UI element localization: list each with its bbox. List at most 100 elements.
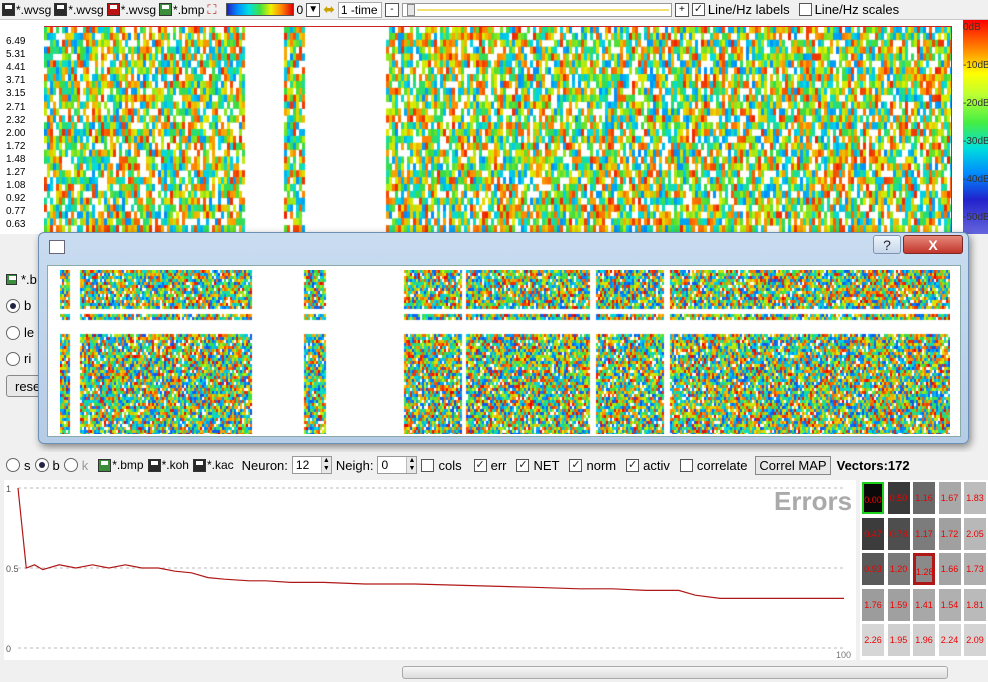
- arrows-icon[interactable]: ⬌: [323, 1, 335, 18]
- frequency-tick-label: 1.48: [6, 153, 26, 165]
- spectrogram-panel[interactable]: 6.49 5.31 4.41 3.71 3.15 2.71 2.32 2.00 1.72 1.48…: [0, 20, 988, 234]
- frequency-tick-label: 1.08: [6, 180, 26, 192]
- floppy-icon: [2, 3, 15, 16]
- db-tick-label: -40dB: [963, 174, 988, 185]
- neuron-cell[interactable]: 0.47: [862, 517, 884, 550]
- line-hz-scales-checkbox[interactable]: [798, 3, 812, 16]
- error-chart: 1 0.5 0 100: [4, 480, 856, 660]
- err-label: err: [490, 457, 507, 473]
- db-tick-label: 0dB: [963, 22, 981, 33]
- correl-map-button[interactable]: Correl MAP: [755, 455, 831, 475]
- line-hz-labels-checkbox[interactable]: ✓: [691, 3, 705, 16]
- db-tick-label: -10dB: [963, 60, 988, 71]
- db-tick-label: -50dB: [963, 212, 988, 223]
- radio-k-label: k: [81, 457, 89, 473]
- radio-icon: [6, 351, 20, 366]
- frequency-tick-label: 0.63: [6, 219, 26, 231]
- neuron-spinner[interactable]: 12 ▲ ▼: [291, 456, 332, 474]
- activ-checkbox[interactable]: ✓: [626, 458, 640, 472]
- zoom-plus-button[interactable]: +: [674, 2, 689, 17]
- neuron-cell[interactable]: 1.96: [913, 624, 935, 656]
- slider-thumb[interactable]: [406, 3, 415, 16]
- neuron-cell[interactable]: 0.50: [887, 482, 910, 514]
- neuron-error-grid[interactable]: 0.00 0.50 1.16 1.67 1.83 0.47 0.78 1.17 1.72 2.05…: [860, 480, 988, 660]
- neuron-cell[interactable]: 1.95: [887, 624, 910, 656]
- nodes-icon[interactable]: ⛶: [207, 2, 216, 18]
- neuron-cell[interactable]: 2.05: [964, 517, 986, 550]
- som-map-dialog: ? X: [38, 232, 969, 444]
- radio-k[interactable]: [63, 458, 78, 472]
- neuron-cell[interactable]: 0.93: [862, 553, 884, 585]
- spectrogram-canvas[interactable]: [44, 26, 952, 232]
- frequency-tick-label: 2.71: [6, 101, 26, 113]
- dialog-body: [47, 265, 961, 437]
- norm-checkbox[interactable]: ✓: [569, 458, 583, 472]
- right-marker-line: [951, 26, 952, 234]
- radio-s-label: s: [24, 457, 31, 473]
- neuron-cell[interactable]: 1.73: [964, 553, 986, 585]
- neuron-cell[interactable]: 0.78: [887, 517, 910, 550]
- net-checkbox[interactable]: ✓: [516, 458, 530, 472]
- neuron-cell[interactable]: 1.81: [964, 588, 986, 621]
- spinner-arrows-icon[interactable]: ▲ ▼: [406, 457, 417, 473]
- side-radio-b[interactable]: b: [6, 298, 31, 313]
- neuron-cell[interactable]: 1.17: [913, 517, 935, 550]
- neuron-cell[interactable]: 2.26: [862, 624, 884, 656]
- save-kac-button[interactable]: *.kac: [192, 458, 234, 472]
- colormap-dropdown[interactable]: ▼: [306, 2, 321, 17]
- network-control-bar: s b k *.bmp *.koh *.kac Neuron: 12 ▲ ▼ Nei…: [0, 452, 988, 478]
- neuron-cell[interactable]: 0.00: [862, 482, 884, 514]
- side-file-item[interactable]: *.b: [6, 272, 37, 287]
- neuron-cell[interactable]: 1.76: [862, 588, 884, 621]
- neuron-cell[interactable]: 1.16: [913, 482, 935, 514]
- frequency-axis: 6.49 5.31 4.41 3.71 3.15 2.71 2.32 2.00 1.72 1.48…: [0, 20, 44, 234]
- save-bmp-button[interactable]: *.bmp: [159, 3, 204, 17]
- correlate-checkbox[interactable]: [679, 458, 693, 472]
- neuron-cell[interactable]: 1.41: [913, 588, 935, 621]
- neigh-spinner[interactable]: 0 ▲ ▼: [377, 456, 418, 474]
- save-wvsg-button[interactable]: *.wvsg: [2, 3, 51, 17]
- radio-s[interactable]: [6, 458, 20, 472]
- frequency-tick-label: 2.32: [6, 114, 26, 126]
- radio-b[interactable]: [34, 458, 49, 472]
- time-field[interactable]: 1 -time: [337, 1, 382, 18]
- net-label: NET: [533, 457, 560, 473]
- som-map-canvas[interactable]: [60, 270, 950, 434]
- neuron-cell[interactable]: 1.20: [887, 553, 910, 585]
- spinner-arrows-icon[interactable]: ▲ ▼: [320, 457, 331, 473]
- correlate-label: correlate: [696, 457, 748, 473]
- save-wvsg-label: *.wvsg: [16, 2, 52, 17]
- y-tick-label: 1: [6, 484, 11, 494]
- time-slider[interactable]: [401, 2, 672, 17]
- save-bmp-lower-label: *.bmp: [112, 458, 144, 472]
- neuron-cell[interactable]: 1.72: [938, 517, 961, 550]
- error-series-line: [17, 487, 844, 600]
- save-koh-button[interactable]: *.koh: [147, 458, 189, 472]
- frequency-tick-label: 1.27: [6, 167, 26, 178]
- save-bmp-button-lower[interactable]: *.bmp: [98, 458, 144, 472]
- window-icon: [49, 240, 65, 254]
- side-radio-le[interactable]: le: [6, 325, 34, 340]
- side-radio-ri[interactable]: ri: [6, 351, 31, 366]
- neuron-cell[interactable]: 2.24: [938, 624, 961, 656]
- neuron-cell[interactable]: 1.28: [913, 553, 935, 585]
- db-scale-bar: [963, 20, 988, 234]
- cols-checkbox[interactable]: [421, 458, 435, 472]
- neuron-cell[interactable]: 2.09: [964, 624, 986, 656]
- top-toolbar: *.wvsg *.wvsg *.wvsg *.bmp ⛶ 0 ▼ ⬌ 1 -ti…: [0, 0, 988, 20]
- colormap-bar[interactable]: [225, 3, 294, 16]
- close-button[interactable]: X: [903, 235, 963, 254]
- err-checkbox[interactable]: ✓: [473, 458, 487, 472]
- save-wvsg-button-2[interactable]: *.wvsg: [54, 3, 104, 17]
- save-wvsg-button-3[interactable]: *.wvsg: [106, 3, 156, 17]
- zoom-minus-button[interactable]: -: [384, 2, 399, 17]
- neuron-cell[interactable]: 1.66: [938, 553, 961, 585]
- neuron-cell[interactable]: 1.67: [938, 482, 961, 514]
- help-button[interactable]: ?: [873, 235, 901, 254]
- neuron-cell[interactable]: 1.54: [938, 588, 961, 621]
- neigh-value: 0: [381, 458, 389, 472]
- side-file-label: *.b: [21, 272, 37, 287]
- neuron-cell[interactable]: 1.83: [964, 482, 986, 514]
- horizontal-scrollbar[interactable]: [402, 666, 948, 679]
- neuron-cell[interactable]: 1.59: [887, 588, 910, 621]
